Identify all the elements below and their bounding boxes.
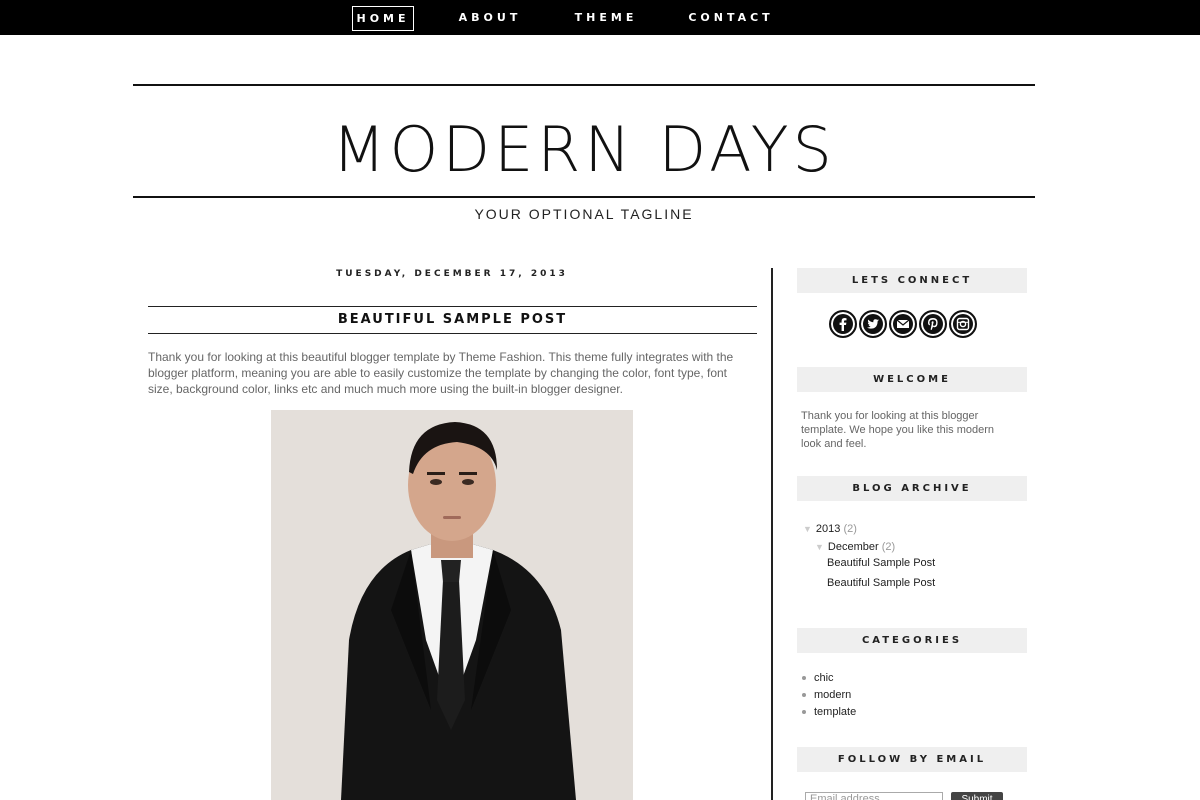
- submit-button[interactable]: Submit: [951, 792, 1003, 800]
- facebook-icon[interactable]: [829, 310, 857, 338]
- archive-post-link[interactable]: Beautiful Sample Post: [827, 557, 935, 569]
- widget-heading-follow: FOLLOW BY EMAIL: [797, 747, 1027, 772]
- nav-contact[interactable]: CONTACT: [684, 6, 778, 31]
- category-item[interactable]: template: [802, 706, 856, 718]
- post-title[interactable]: BEAUTIFUL SAMPLE POST: [148, 312, 757, 327]
- welcome-text: Thank you for looking at this blogger te…: [801, 410, 995, 450]
- bullet-icon: [802, 676, 806, 681]
- nav-about[interactable]: ABOUT: [452, 6, 528, 31]
- column-divider: [771, 268, 773, 800]
- category-item[interactable]: modern: [802, 689, 851, 701]
- post-title-bottom-rule: [148, 333, 757, 334]
- email-icon[interactable]: [889, 310, 917, 338]
- bullet-icon: [802, 710, 806, 715]
- archive-month-count: (2): [881, 541, 896, 553]
- post-title-top-rule: [148, 306, 757, 307]
- post-date: TUESDAY, DECEMBER 17, 2013: [336, 269, 568, 279]
- man-in-suit-illustration: [271, 410, 633, 800]
- post-image: [271, 410, 633, 800]
- widget-heading-archive: BLOG ARCHIVE: [797, 476, 1027, 501]
- category-item[interactable]: chic: [802, 672, 834, 684]
- nav-theme[interactable]: THEME: [570, 6, 642, 31]
- top-nav: HOME ABOUT THEME CONTACT: [0, 0, 1200, 35]
- post-body: Thank you for looking at this beautiful …: [148, 350, 734, 396]
- archive-post-link[interactable]: Beautiful Sample Post: [827, 577, 935, 589]
- header-top-rule: [133, 84, 1035, 86]
- category-label[interactable]: modern: [814, 689, 851, 701]
- archive-year-count: (2): [843, 523, 857, 535]
- header-bottom-rule: [133, 196, 1035, 198]
- instagram-icon[interactable]: [949, 310, 977, 338]
- archive-year[interactable]: ▼ 2013 (2): [803, 522, 857, 536]
- category-label[interactable]: chic: [814, 672, 834, 684]
- widget-heading-connect: LETS CONNECT: [797, 268, 1027, 293]
- category-label[interactable]: template: [814, 706, 856, 718]
- widget-heading-categories: CATEGORIES: [797, 628, 1027, 653]
- nav-home[interactable]: HOME: [352, 6, 414, 31]
- widget-heading-welcome: WELCOME: [797, 367, 1027, 392]
- expand-triangle-icon[interactable]: ▼: [815, 542, 824, 552]
- archive-year-label[interactable]: 2013: [816, 523, 840, 535]
- archive-month-label[interactable]: December: [828, 541, 879, 553]
- site-title[interactable]: MODERN DAYS: [133, 110, 1035, 190]
- bullet-icon: [802, 693, 806, 698]
- site-tagline: YOUR OPTIONAL TAGLINE: [474, 206, 694, 222]
- archive-month[interactable]: ▼ December (2): [815, 540, 895, 554]
- pinterest-icon[interactable]: [919, 310, 947, 338]
- expand-triangle-icon[interactable]: ▼: [803, 524, 812, 534]
- email-field[interactable]: Email address...: [805, 792, 943, 800]
- twitter-icon[interactable]: [859, 310, 887, 338]
